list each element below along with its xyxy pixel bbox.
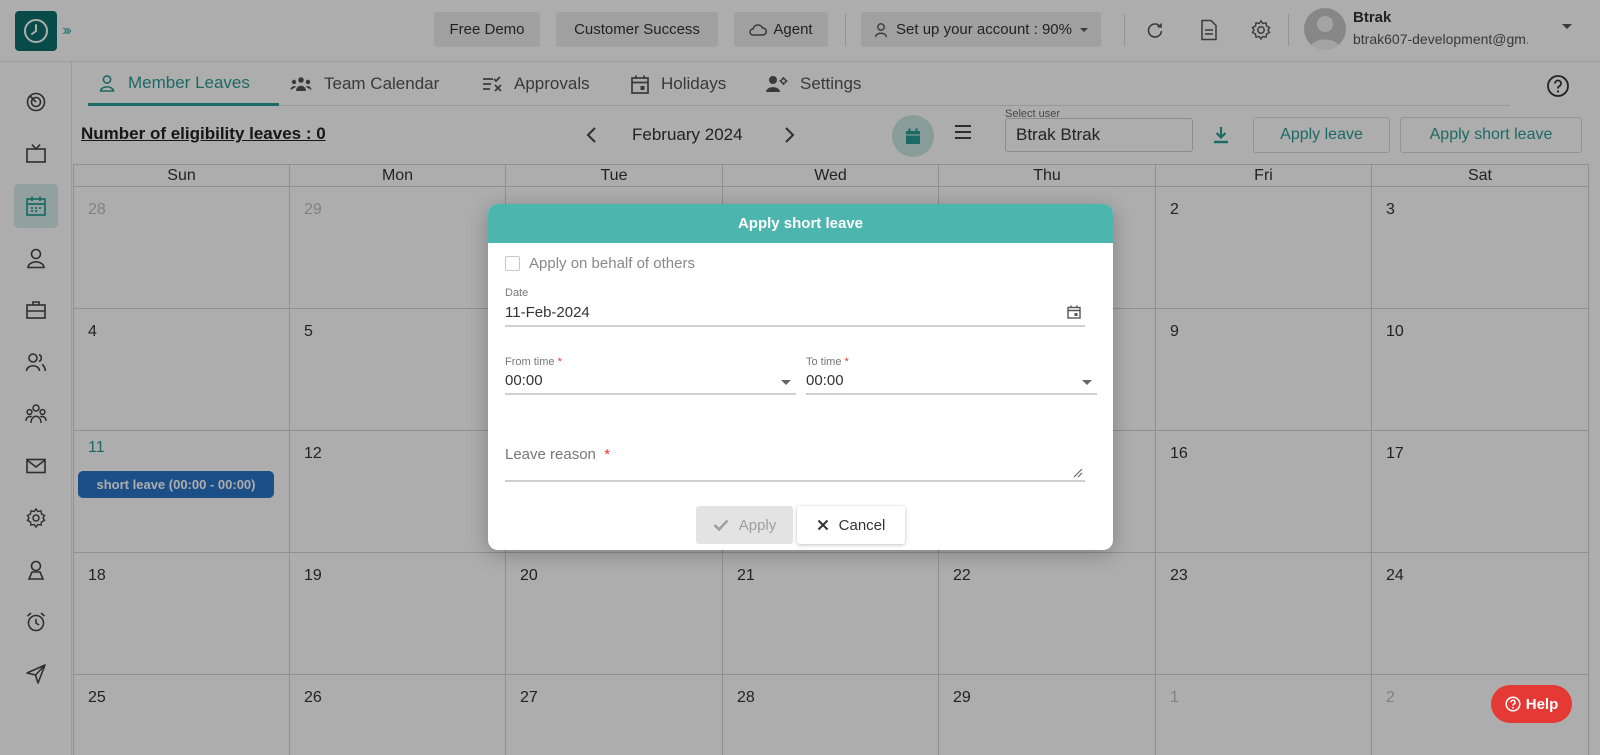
to-time-underline: [806, 393, 1097, 395]
date-underline: [505, 325, 1085, 327]
from-time-underline: [505, 393, 796, 395]
to-time-label: To time *: [806, 356, 849, 368]
apply-short-leave-dialog: Apply short leave Apply on behalf of oth…: [488, 204, 1113, 550]
date-label: Date: [505, 287, 529, 299]
apply-button[interactable]: Apply: [696, 506, 793, 544]
leave-reason-textarea[interactable]: [505, 440, 1085, 478]
to-time-select[interactable]: 00:00: [806, 372, 844, 389]
cancel-button[interactable]: Cancel: [797, 506, 905, 544]
from-time-caret-icon[interactable]: [781, 380, 791, 385]
check-icon: [713, 519, 729, 531]
help-button[interactable]: Help: [1491, 685, 1572, 723]
from-time-label: From time *: [505, 356, 562, 368]
checkbox-box[interactable]: [505, 256, 520, 271]
cancel-label: Cancel: [838, 516, 886, 534]
dialog-title: Apply short leave: [488, 204, 1113, 243]
help-circle-icon: [1505, 696, 1521, 712]
help-label: Help: [1525, 695, 1559, 713]
resize-handle-icon[interactable]: [1073, 468, 1083, 478]
to-time-caret-icon[interactable]: [1082, 380, 1092, 385]
from-time-select[interactable]: 00:00: [505, 372, 543, 389]
date-picker-icon[interactable]: [1067, 305, 1081, 319]
date-input[interactable]: 11-Feb-2024: [505, 304, 590, 321]
close-icon: [817, 519, 829, 531]
leave-reason-underline: [505, 480, 1085, 482]
apply-label: Apply: [738, 516, 777, 534]
apply-on-behalf-label: Apply on behalf of others: [529, 255, 695, 272]
apply-on-behalf-checkbox[interactable]: Apply on behalf of others: [505, 255, 695, 272]
